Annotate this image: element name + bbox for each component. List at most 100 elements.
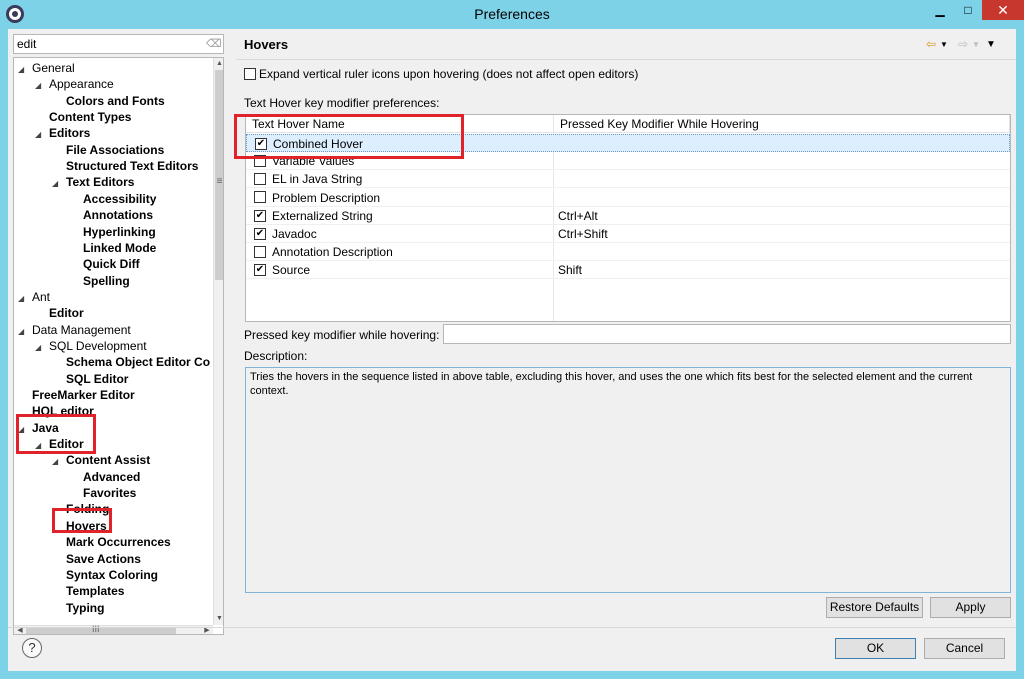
tree-item-label: File Associations <box>66 142 165 157</box>
tree-item-label: Structured Text Editors <box>66 159 199 174</box>
tree-vertical-scrollbar[interactable]: ▲ ≡ ▼ <box>213 58 223 625</box>
tree-item[interactable]: ◢ Data Management <box>18 322 131 338</box>
tree-item[interactable]: Schema Object Editor Co <box>52 354 210 370</box>
hover-table[interactable]: Text Hover Name Pressed Key Modifier Whi… <box>245 114 1011 322</box>
hover-enabled-checkbox[interactable] <box>254 191 266 204</box>
title-bar[interactable]: Preferences ▁ □ ✕ <box>0 0 1024 29</box>
hover-modifier-cell: Ctrl+Alt <box>558 208 598 223</box>
tree-item[interactable]: Folding <box>52 501 109 517</box>
filter-input[interactable] <box>17 36 197 52</box>
expand-toggle-icon[interactable]: ◢ <box>52 176 66 192</box>
tree-item[interactable]: Accessibility <box>69 191 156 207</box>
scroll-thumb[interactable] <box>215 70 223 280</box>
maximize-button[interactable]: □ <box>954 0 982 20</box>
tree-item[interactable]: Favorites <box>69 485 136 501</box>
tree-item[interactable]: ◢ Ant <box>18 289 50 305</box>
column-header-modifier[interactable]: Pressed Key Modifier While Hovering <box>554 115 1010 133</box>
filter-field[interactable]: ⌫ <box>13 34 224 54</box>
tree-item[interactable]: Hyperlinking <box>69 224 156 240</box>
hover-enabled-checkbox[interactable]: ✔ <box>254 227 266 240</box>
back-icon[interactable]: ⇦ <box>926 37 936 51</box>
tree-item[interactable]: ◢ Text Editors <box>52 174 134 190</box>
tree-item[interactable]: ◢ Appearance <box>35 76 114 92</box>
footer-separator <box>8 627 1016 628</box>
preference-tree[interactable]: Typing Templates Syntax Coloring Save Actio… <box>13 57 224 635</box>
tree-item[interactable]: Hovers <box>52 518 107 534</box>
hover-name-label: Externalized String <box>272 208 373 223</box>
tree-item-label: Text Editors <box>66 175 135 190</box>
tree-item-label: Annotations <box>83 208 153 223</box>
tree-item[interactable]: ◢ Editor <box>35 436 84 452</box>
hover-enabled-checkbox[interactable]: ✔ <box>254 264 266 277</box>
tree-item[interactable]: Save Actions <box>52 551 141 567</box>
clear-filter-icon[interactable]: ⌫ <box>206 37 222 51</box>
tree-item[interactable]: ◢ Editors <box>35 125 90 141</box>
view-menu-icon[interactable]: ▼ <box>986 39 996 50</box>
table-row[interactable]: Variable Values <box>246 152 1010 171</box>
hover-enabled-checkbox[interactable] <box>254 155 266 168</box>
tree-item[interactable]: Quick Diff <box>69 256 140 272</box>
tree-item[interactable]: Advanced <box>69 469 140 485</box>
tree-item-label: Linked Mode <box>83 240 157 255</box>
forward-icon[interactable]: ⇨ <box>958 37 968 51</box>
ok-button[interactable]: OK <box>835 638 916 659</box>
tree-item[interactable]: Mark Occurrences <box>52 534 171 550</box>
help-icon[interactable]: ? <box>22 638 42 658</box>
tree-item[interactable]: Syntax Coloring <box>52 567 158 583</box>
minimize-button[interactable]: ▁ <box>926 0 954 20</box>
expand-toggle-icon[interactable]: ◢ <box>35 340 49 356</box>
table-row[interactable]: ✔ Combined Hover <box>246 134 1010 152</box>
expand-toggle-icon[interactable]: ◢ <box>35 127 49 143</box>
scroll-up-icon[interactable]: ▲ <box>214 58 223 70</box>
hover-modifier-section-label: Text Hover key modifier preferences: <box>244 96 440 110</box>
tree-item[interactable]: Structured Text Editors <box>52 158 198 174</box>
expand-ruler-checkbox[interactable] <box>244 67 256 80</box>
back-menu-icon[interactable]: ▼ <box>940 40 948 49</box>
forward-menu-icon[interactable]: ▼ <box>972 40 980 49</box>
expand-toggle-icon[interactable]: ◢ <box>18 291 32 307</box>
restore-defaults-button[interactable]: Restore Defaults <box>826 597 923 618</box>
table-row[interactable]: ✔ Javadoc Ctrl+Shift <box>246 225 1010 243</box>
expand-toggle-icon[interactable]: ◢ <box>52 454 66 470</box>
hscroll-thumb[interactable] <box>26 627 176 634</box>
tree-item[interactable]: Linked Mode <box>69 240 156 256</box>
expand-toggle-icon[interactable]: ◢ <box>18 422 32 438</box>
tree-item[interactable]: Colors and Fonts <box>52 93 165 109</box>
tree-item[interactable]: Typing <box>52 600 104 616</box>
column-header-name[interactable]: Text Hover Name <box>246 115 554 133</box>
table-row[interactable]: ✔ Source Shift <box>246 261 1010 280</box>
tree-item[interactable]: Annotations <box>69 207 153 223</box>
table-row[interactable]: Problem Description <box>246 189 1010 207</box>
hover-enabled-checkbox[interactable]: ✔ <box>254 209 266 222</box>
tree-item[interactable]: Content Types <box>35 109 131 125</box>
expand-toggle-icon[interactable]: ◢ <box>18 324 32 340</box>
page-nav: ⇦ ▼ ⇨ ▼ ▼ <box>926 37 1006 53</box>
tree-item[interactable]: Templates <box>52 583 124 599</box>
tree-item[interactable]: HQL editor <box>18 403 94 419</box>
tree-item[interactable]: ◢ Java <box>18 420 59 436</box>
expand-toggle-icon[interactable]: ◢ <box>35 78 49 94</box>
tree-item[interactable]: File Associations <box>52 142 164 158</box>
tree-item[interactable]: FreeMarker Editor <box>18 387 135 403</box>
close-button[interactable]: ✕ <box>982 0 1024 20</box>
modifier-input[interactable] <box>443 324 1011 344</box>
hover-enabled-checkbox[interactable]: ✔ <box>255 137 267 150</box>
tree-item[interactable]: ◢ SQL Development <box>35 338 147 354</box>
tree-item[interactable]: ◢ Content Assist <box>52 452 150 468</box>
tree-item[interactable]: SQL Editor <box>52 371 128 387</box>
hover-enabled-checkbox[interactable] <box>254 173 266 186</box>
table-row[interactable]: EL in Java String <box>246 170 1010 189</box>
apply-button[interactable]: Apply <box>930 597 1011 618</box>
hover-name-label: Source <box>272 263 311 278</box>
cancel-button[interactable]: Cancel <box>924 638 1005 659</box>
table-row[interactable]: ✔ Externalized String Ctrl+Alt <box>246 207 1010 225</box>
scroll-down-icon[interactable]: ▼ <box>214 613 223 625</box>
expand-toggle-icon[interactable]: ◢ <box>35 438 49 454</box>
expand-toggle-icon[interactable]: ◢ <box>18 62 32 78</box>
tree-item[interactable]: ◢ General <box>18 60 75 76</box>
hover-enabled-checkbox[interactable] <box>254 246 266 259</box>
table-row[interactable]: Annotation Description <box>246 243 1010 262</box>
expand-ruler-option[interactable]: Expand vertical ruler icons upon hoverin… <box>244 66 638 82</box>
tree-item[interactable]: Spelling <box>69 273 130 289</box>
tree-item[interactable]: Editor <box>35 305 84 321</box>
